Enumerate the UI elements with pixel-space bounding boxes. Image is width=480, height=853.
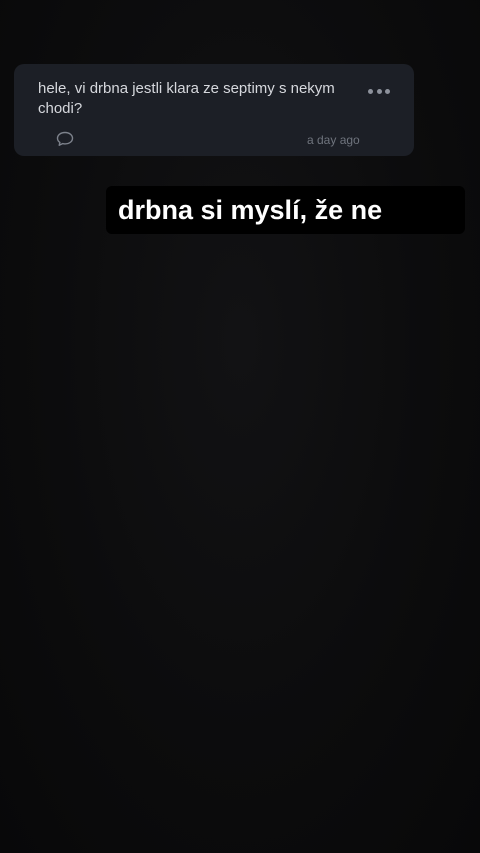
more-dot (368, 88, 373, 94)
question-text: hele, vi drbna jestli klara ze septimy s… (38, 80, 335, 117)
more-dot (385, 88, 390, 94)
caption-text: drbna si myslí, že ne (106, 186, 465, 234)
timestamp: a day ago (307, 133, 360, 147)
question-card: hele, vi drbna jestli klara ze septimy s… (14, 64, 414, 156)
more-dot (376, 88, 382, 94)
more-options-icon[interactable] (368, 86, 390, 96)
comment-icon[interactable] (56, 131, 74, 147)
